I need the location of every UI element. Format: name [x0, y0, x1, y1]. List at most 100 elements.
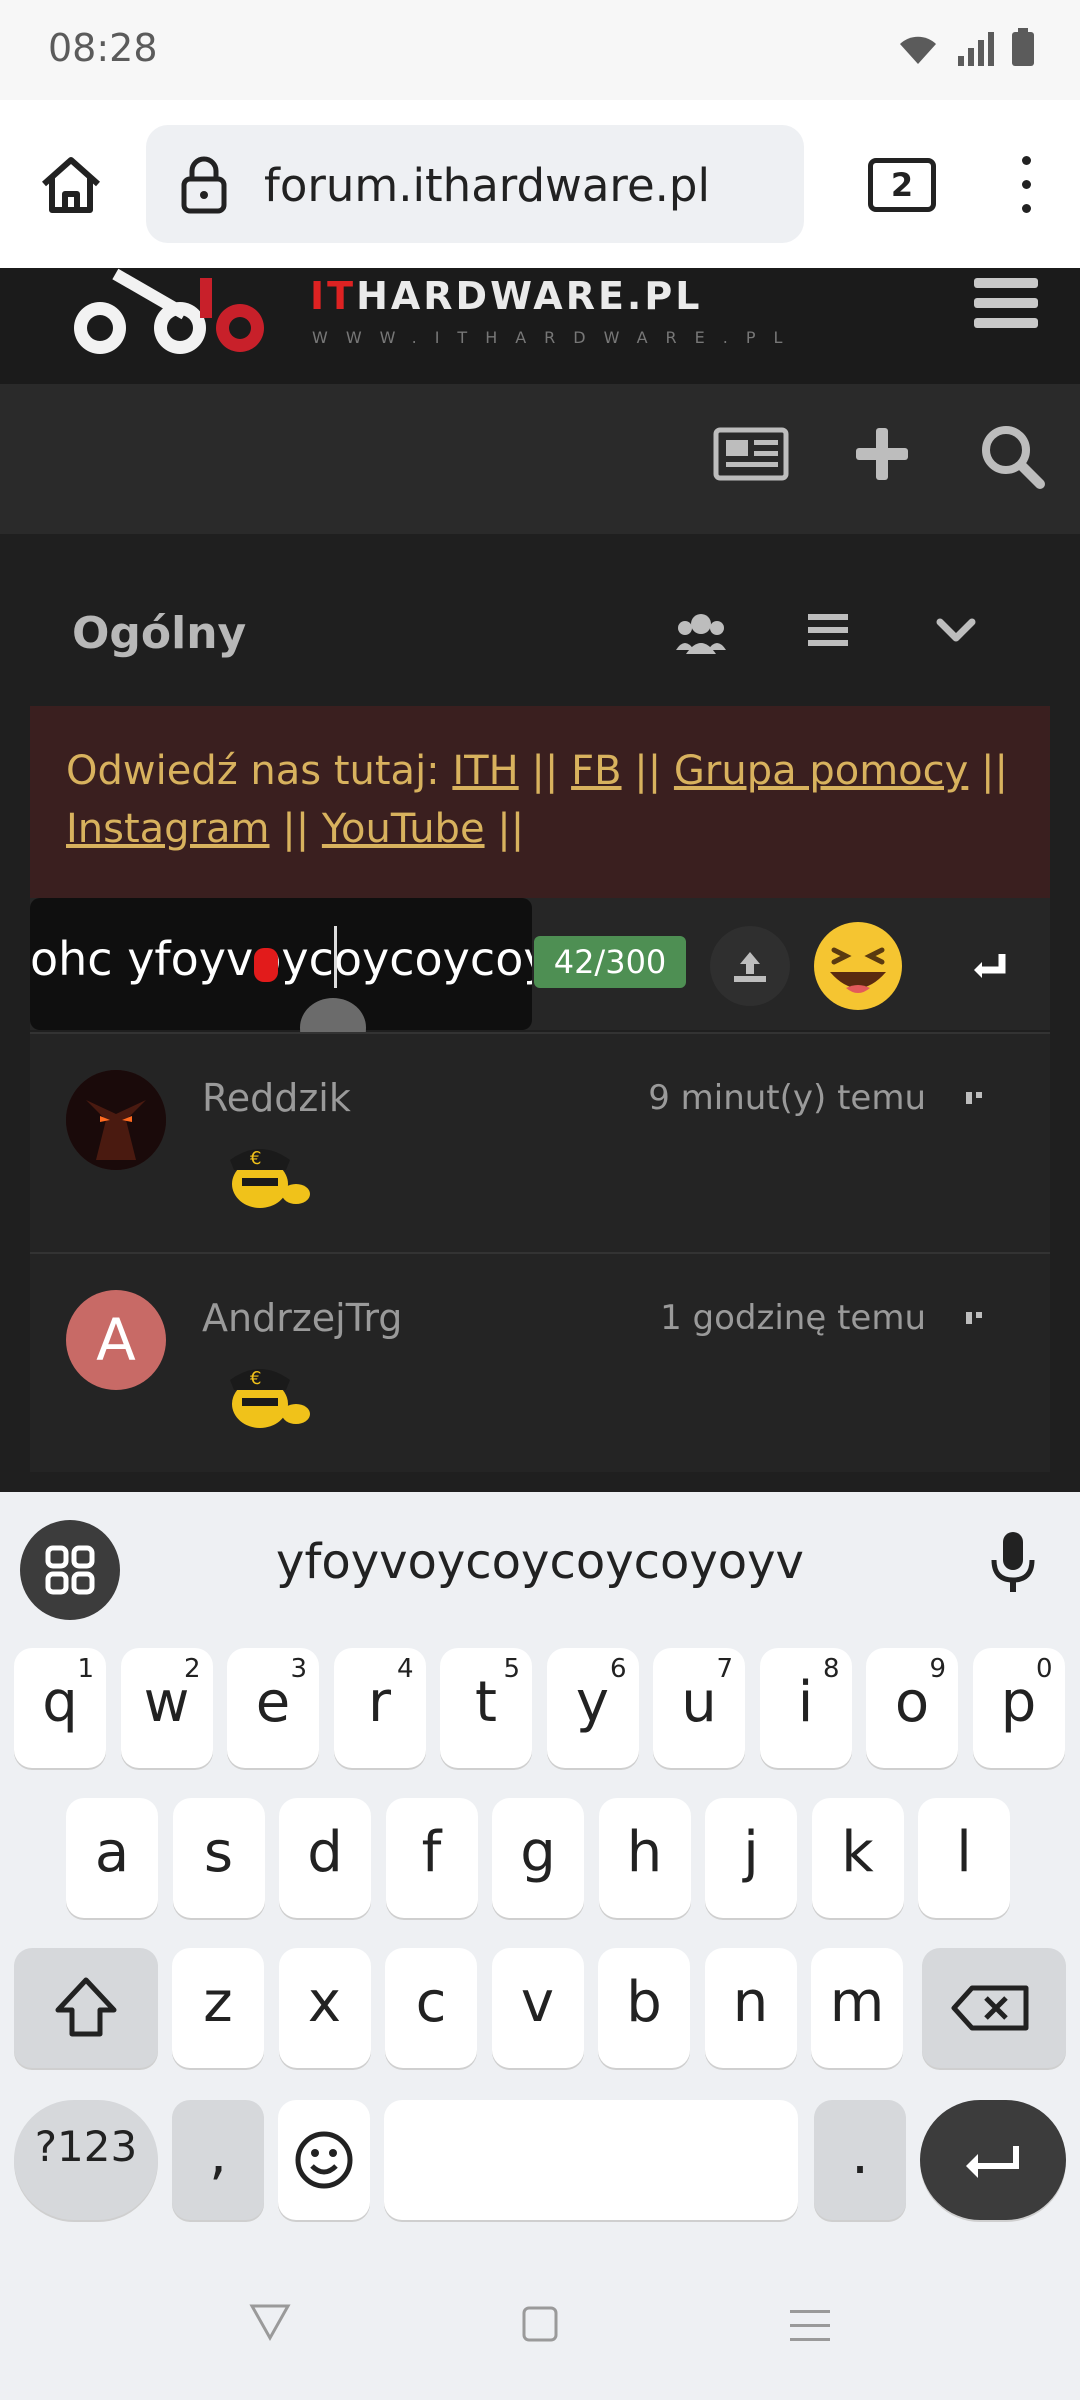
space-key[interactable]	[384, 2100, 798, 2220]
key-h-label: h	[626, 1820, 663, 1885]
message-composer: ohc yfoyvoycoycoycoycoy 42/300	[30, 898, 1050, 1030]
key-n[interactable]: n	[704, 1948, 797, 2068]
enter-key[interactable]	[920, 2100, 1066, 2220]
users-icon[interactable]	[676, 612, 726, 654]
news-icon[interactable]	[712, 424, 790, 484]
key-i[interactable]: i8	[759, 1648, 852, 1768]
emoji-button-icon[interactable]	[812, 920, 904, 1012]
key-f[interactable]: f	[385, 1798, 478, 1918]
back-nav-icon[interactable]	[248, 2300, 292, 2344]
message-username[interactable]: Reddzik	[202, 1076, 351, 1120]
upload-button[interactable]	[710, 926, 790, 1006]
message-username[interactable]: AndrzejTrg	[202, 1296, 402, 1340]
key-v-label: v	[520, 1970, 555, 2035]
key-d[interactable]: d	[279, 1798, 371, 1918]
sticker-icon: €	[230, 1368, 310, 1428]
key-e[interactable]: e3	[227, 1648, 319, 1768]
key-v[interactable]: v	[491, 1948, 584, 2068]
wifi-icon	[900, 36, 936, 64]
lock-icon	[181, 156, 227, 214]
key-p[interactable]: p0	[972, 1648, 1065, 1768]
key-y-hint: 6	[609, 1654, 627, 1684]
key-k[interactable]: k	[811, 1798, 904, 1918]
link-instagram[interactable]: Instagram	[66, 806, 270, 852]
logo-icon[interactable]	[70, 268, 270, 360]
key-l[interactable]: l	[918, 1798, 1010, 1918]
address-bar[interactable]: forum.ithardware.pl	[146, 125, 804, 243]
microphone-icon[interactable]	[990, 1530, 1036, 1596]
text-cursor	[334, 926, 337, 988]
message-input[interactable]: ohc yfoyvoycoycoycoycoy	[30, 898, 532, 1030]
system-nav-bar	[0, 2260, 1080, 2400]
key-h[interactable]: h	[598, 1798, 691, 1918]
key-u[interactable]: u7	[653, 1648, 745, 1768]
key-z[interactable]: z	[172, 1948, 264, 2068]
key-y[interactable]: y6	[546, 1648, 639, 1768]
site-menu-icon[interactable]	[974, 278, 1038, 328]
link-youtube[interactable]: YouTube	[322, 806, 485, 852]
forum-toolbar	[0, 384, 1080, 534]
message-item: Reddzik 9 minut(y) temu €	[30, 1032, 1050, 1252]
plus-icon[interactable]	[854, 424, 910, 484]
key-e-hint: 3	[290, 1654, 307, 1684]
shift-key[interactable]	[14, 1948, 158, 2068]
send-icon[interactable]	[950, 926, 1030, 1006]
key-t[interactable]: t5	[440, 1648, 532, 1768]
link-fb[interactable]: FB	[571, 748, 621, 794]
key-o[interactable]: o9	[866, 1648, 958, 1768]
status-bar: 08:28	[0, 0, 1080, 100]
list-icon[interactable]	[808, 612, 848, 648]
emoji-icon	[295, 2131, 353, 2189]
key-b-label: b	[626, 1970, 662, 2035]
key-s[interactable]: s	[172, 1798, 265, 1918]
home-icon[interactable]	[36, 150, 106, 220]
banner-text: Odwiedź nas tutaj: ITH || FB || Grupa po…	[66, 748, 1008, 852]
tab-switcher-button[interactable]: 2	[868, 158, 936, 212]
period-key-label: .	[851, 2122, 869, 2187]
upload-icon	[734, 952, 766, 982]
chevron-down-icon[interactable]	[936, 612, 976, 648]
recents-nav-icon[interactable]	[790, 2308, 830, 2342]
key-i-hint: 8	[822, 1654, 840, 1684]
signal-icon	[958, 32, 994, 66]
svg-text:€: €	[250, 1148, 261, 1169]
status-time: 08:28	[48, 26, 158, 70]
key-w[interactable]: w2	[120, 1648, 213, 1768]
key-a[interactable]: a	[66, 1798, 158, 1918]
key-b[interactable]: b	[598, 1948, 690, 2068]
browser-toolbar: forum.ithardware.pl 2	[0, 100, 1080, 268]
comma-key[interactable]: ,	[172, 2100, 264, 2220]
message-item: A AndrzejTrg 1 godzinę temu €	[30, 1252, 1050, 1472]
key-f-label: f	[421, 1820, 442, 1885]
key-t-hint: 5	[503, 1654, 520, 1684]
browser-menu-icon[interactable]	[1018, 156, 1034, 236]
key-j[interactable]: j	[705, 1798, 797, 1918]
emoji-key[interactable]	[278, 2100, 370, 2220]
suggestion-word[interactable]: yfoyvoycoycoycoyoyv	[0, 1534, 1080, 1590]
avatar[interactable]	[66, 1070, 166, 1170]
symbols-key[interactable]: ?123	[14, 2100, 158, 2220]
key-a-label: a	[94, 1820, 130, 1885]
message-options-icon[interactable]	[966, 1312, 994, 1324]
key-o-hint: 9	[929, 1654, 946, 1684]
key-q[interactable]: q1	[14, 1648, 106, 1768]
period-key[interactable]: .	[814, 2100, 906, 2220]
cursor-marker	[254, 948, 278, 982]
avatar[interactable]: A	[66, 1290, 166, 1390]
key-g[interactable]: g	[492, 1798, 584, 1918]
message-options-icon[interactable]	[966, 1092, 994, 1104]
channel-header: Ogólny	[30, 584, 1050, 704]
battery-icon	[1012, 28, 1034, 66]
home-nav-icon[interactable]	[522, 2306, 558, 2342]
suggestion-bar: yfoyvoycoycoycoyoyv	[0, 1492, 1080, 1622]
key-m-label: m	[829, 1970, 885, 2035]
link-ith[interactable]: ITH	[452, 748, 518, 794]
key-r[interactable]: r4	[333, 1648, 426, 1768]
backspace-key[interactable]	[922, 1948, 1066, 2068]
key-x[interactable]: x	[278, 1948, 371, 2068]
link-grupa-pomocy[interactable]: Grupa pomocy	[674, 748, 968, 794]
key-c[interactable]: c	[385, 1948, 477, 2068]
url-text: forum.ithardware.pl	[264, 159, 711, 212]
key-m[interactable]: m	[811, 1948, 903, 2068]
search-icon[interactable]	[980, 424, 1046, 490]
